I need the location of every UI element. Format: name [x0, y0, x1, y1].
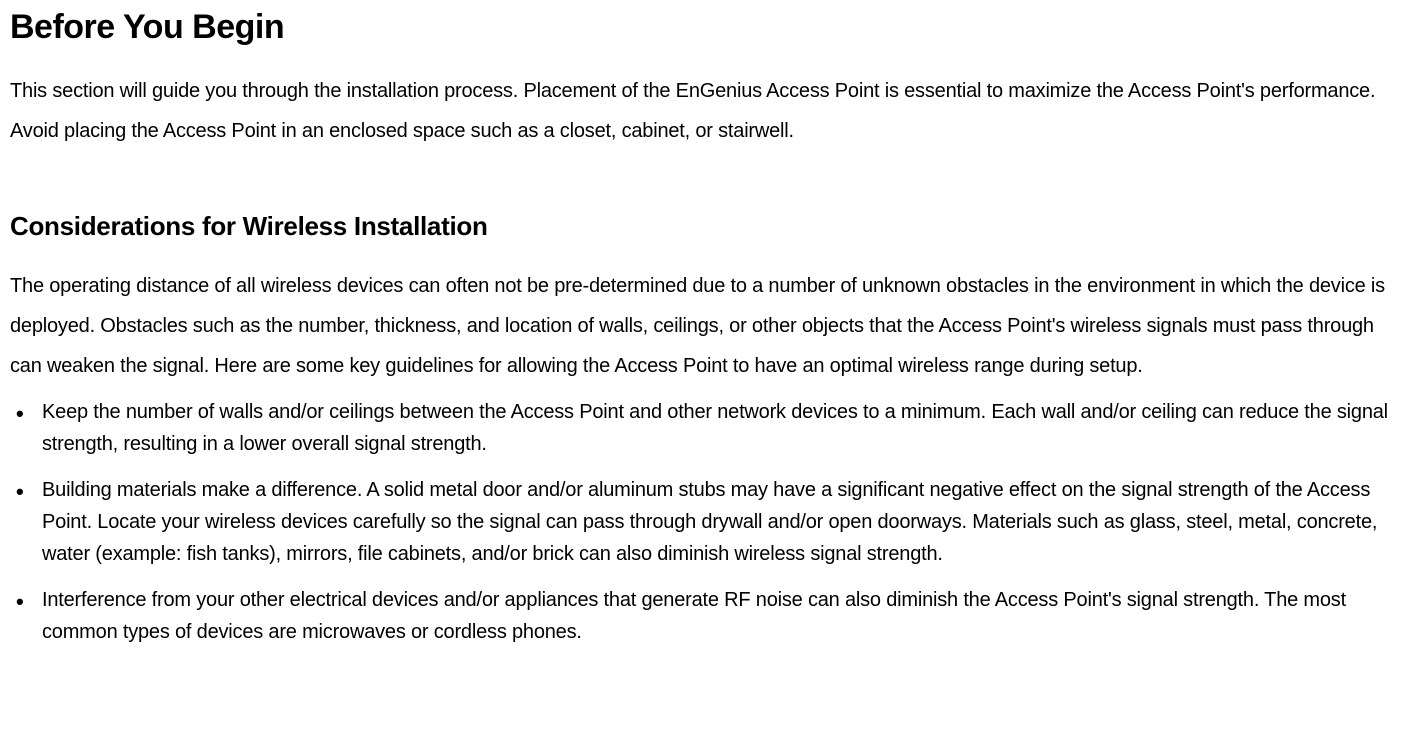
guidelines-list: Keep the number of walls and/or ceilings…: [10, 396, 1400, 648]
heading-before-you-begin: Before You Begin: [10, 8, 1400, 47]
list-item: Keep the number of walls and/or ceilings…: [38, 396, 1400, 460]
list-item: Interference from your other electrical …: [38, 584, 1400, 648]
heading-considerations: Considerations for Wireless Installation: [10, 211, 1400, 242]
intro-paragraph: This section will guide you through the …: [10, 71, 1400, 151]
considerations-paragraph: The operating distance of all wireless d…: [10, 266, 1400, 386]
list-item: Building materials make a difference. A …: [38, 474, 1400, 570]
